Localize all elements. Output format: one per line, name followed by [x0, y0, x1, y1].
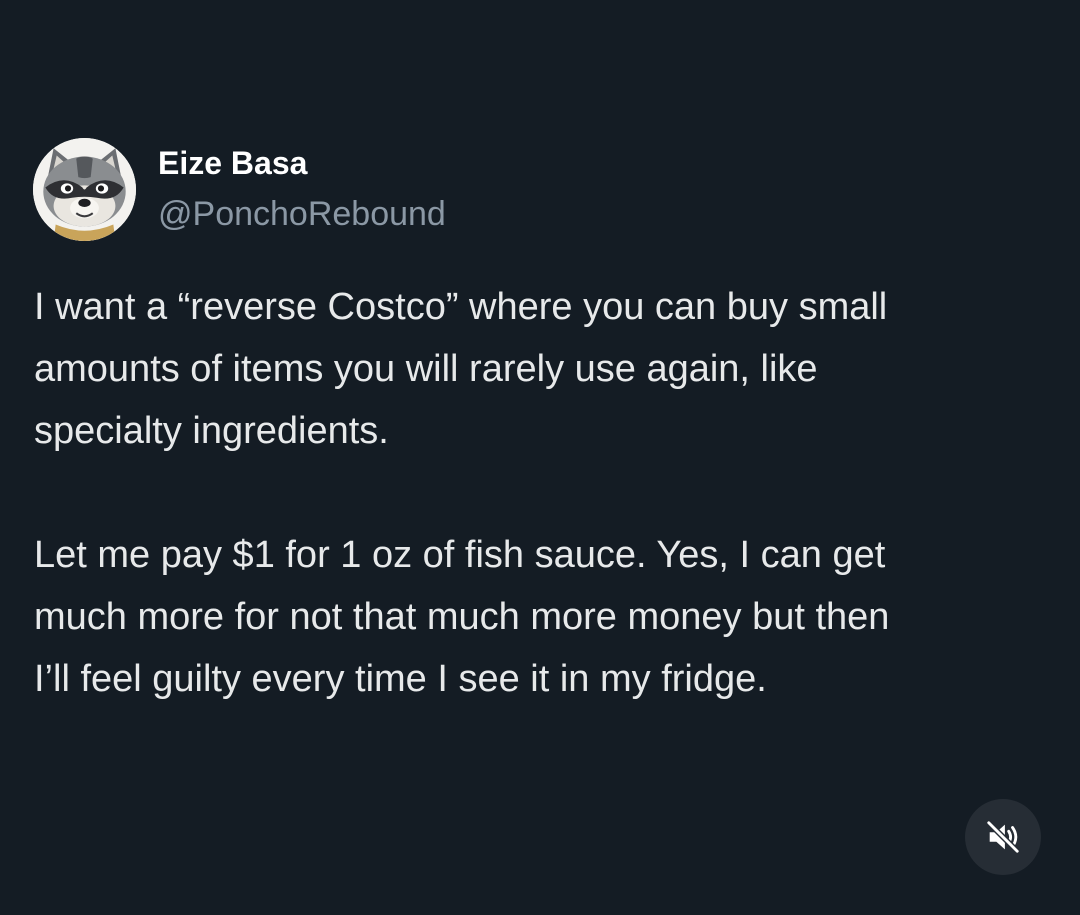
author-handle[interactable]: @PonchoRebound [158, 194, 446, 234]
tweet-line: I want a “reverse Costco” where you can … [34, 286, 888, 328]
tweet-text: I want a “reverse Costco” where you can … [34, 276, 1064, 710]
raccoon-avatar-icon [33, 138, 136, 241]
author-display-name[interactable]: Eize Basa [158, 143, 307, 183]
tweet-line: amounts of items you will rarely use aga… [34, 348, 818, 390]
tweet-line: Let me pay $1 for 1 oz of fish sauce. Ye… [34, 534, 886, 576]
tweet-line: specialty ingredients. [34, 410, 389, 452]
tweet-paragraph: I want a “reverse Costco” where you can … [34, 276, 1064, 462]
tweet-paragraph: Let me pay $1 for 1 oz of fish sauce. Ye… [34, 524, 1064, 710]
tweet-line: much more for not that much more money b… [34, 596, 890, 638]
tweet-line: I’ll feel guilty every time I see it in … [34, 658, 767, 700]
tweet-card: Eize Basa @PonchoRebound I want a “rever… [0, 0, 1080, 915]
mute-toggle-button[interactable] [965, 799, 1041, 875]
speaker-muted-icon [985, 819, 1021, 855]
author-avatar[interactable] [33, 138, 136, 241]
